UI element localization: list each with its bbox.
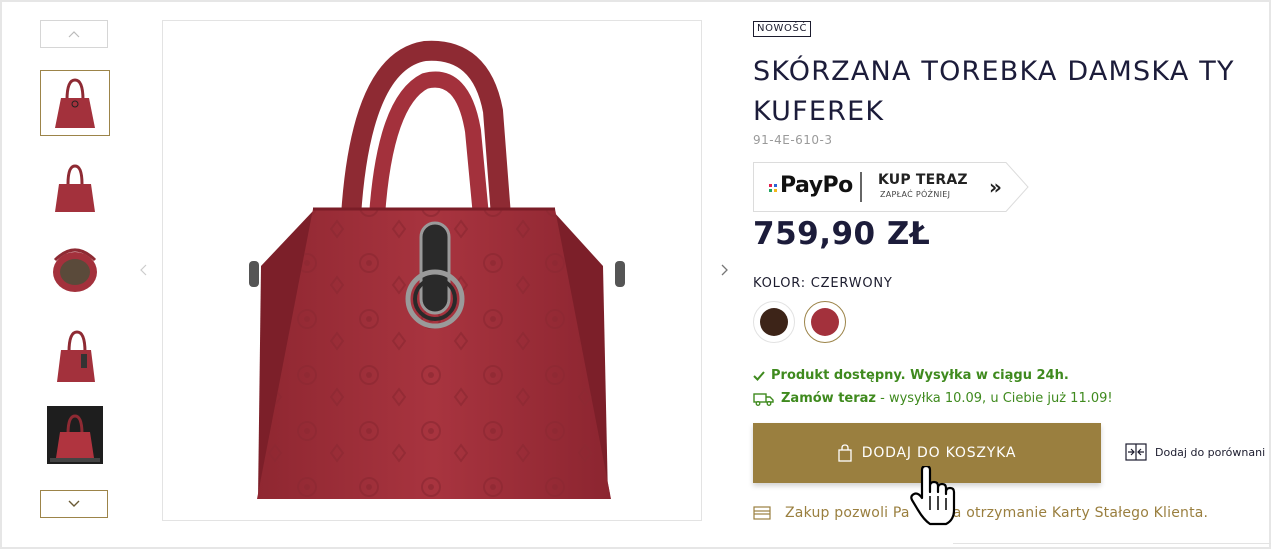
- handbag-image: [249, 40, 625, 499]
- loyalty-text: Zakup pozwoli Pa na otrzymanie Karty Stał…: [785, 505, 1208, 521]
- product-title-line-1: SKÓRZANA TOREBKA DAMSKA TY: [753, 56, 1235, 87]
- thumbnail-3[interactable]: [40, 238, 110, 304]
- thumbnail-2[interactable]: [40, 154, 110, 220]
- card-icon: [753, 506, 771, 520]
- compare-link[interactable]: Dodaj do porównani: [1125, 443, 1265, 461]
- color-label: KOLOR: CZERWONY: [753, 276, 893, 291]
- section-divider: [953, 543, 1271, 544]
- product-price: 759,90 ZŁ: [753, 216, 931, 252]
- swatch-brown-dot: [760, 308, 788, 336]
- compare-label: Dodaj do porównani: [1155, 445, 1266, 459]
- paypo-zaplac-pozniej: ZAPŁAĆ PÓŹNIEJ: [880, 190, 951, 199]
- bag-lifestyle-thumbnail: [50, 414, 100, 462]
- compare-icon: [1125, 443, 1147, 461]
- product-sku: 91-4E-610-3: [753, 133, 833, 147]
- gallery-prev-button[interactable]: [136, 262, 150, 278]
- thumbnail-4[interactable]: [40, 322, 110, 388]
- shopping-bag-icon: [838, 444, 852, 462]
- chevron-down-icon: [68, 500, 80, 507]
- shipping-prefix: Zamów teraz: [781, 391, 876, 406]
- product-title-line-2: KUFEREK: [753, 96, 885, 127]
- check-icon: [753, 370, 765, 381]
- main-product-image[interactable]: [162, 20, 702, 521]
- bag-side-thumbnail: [55, 164, 95, 212]
- loyalty-text-after: na otrzymanie Karty Stałego Klienta.: [943, 505, 1209, 521]
- swatch-red-dot: [811, 308, 839, 336]
- truck-icon: [753, 392, 774, 406]
- color-swatch-red[interactable]: [804, 301, 846, 343]
- thumbnail-5[interactable]: [47, 406, 103, 464]
- thumbnails-up-button[interactable]: [40, 20, 108, 48]
- paypo-banner[interactable]: PayPo KUP TERAZ ZAPŁAĆ PÓŹNIEJ »: [753, 162, 1029, 212]
- new-badge: NOWOŚĆ: [753, 21, 812, 37]
- shipping-text: Zamów teraz - wysyłka 10.09, u Ciebie ju…: [781, 391, 1113, 406]
- chevron-left-icon: [140, 264, 147, 276]
- availability-text: Produkt dostępny. Wysyłka w ciągu 24h.: [771, 368, 1069, 383]
- loyalty-info: Zakup pozwoli Pa na otrzymanie Karty Stał…: [753, 505, 1208, 521]
- thumbnail-1[interactable]: [40, 70, 110, 136]
- hand-pointer-icon: [910, 466, 956, 526]
- chevron-right-icon: [721, 264, 728, 276]
- product-title: SKÓRZANA TOREBKA DAMSKA TY KUFEREK: [753, 52, 1271, 132]
- chevron-up-icon: [68, 31, 80, 38]
- paypo-kup-teraz: KUP TERAZ: [878, 172, 968, 188]
- bag-front-thumbnail: [55, 78, 95, 128]
- bag-angle-thumbnail: [57, 330, 95, 382]
- paypo-arrow-icon: »: [989, 175, 1002, 199]
- paypo-logo: PayPo: [780, 173, 853, 198]
- availability-status: Produkt dostępny. Wysyłka w ciągu 24h.: [753, 368, 1069, 383]
- thumbnails-down-button[interactable]: [40, 490, 108, 518]
- gallery-next-button[interactable]: [718, 262, 732, 278]
- loyalty-text-before: Zakup pozwoli Pa: [785, 505, 910, 521]
- shipping-rest: - wysyłka 10.09, u Ciebie już 11.09!: [876, 391, 1113, 406]
- shipping-info: Zamów teraz - wysyłka 10.09, u Ciebie ju…: [753, 391, 1113, 406]
- color-swatch-brown[interactable]: [753, 301, 795, 343]
- add-to-cart-label: DODAJ DO KOSZYKA: [861, 445, 1017, 461]
- bag-inside-thumbnail: [53, 248, 97, 292]
